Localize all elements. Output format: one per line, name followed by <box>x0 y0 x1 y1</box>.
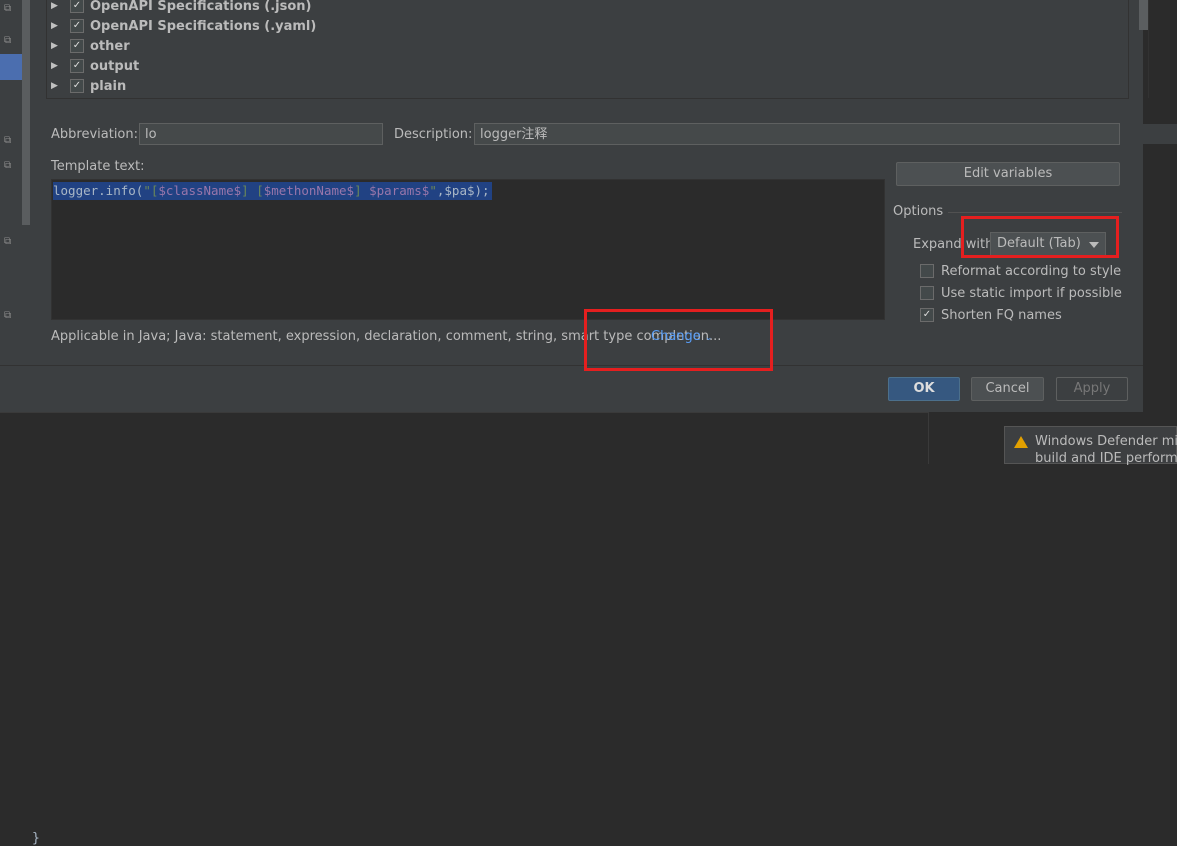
static-import-option[interactable]: Use static import if possible <box>920 284 1122 302</box>
shorten-fq-label: Shorten FQ names <box>941 307 1062 323</box>
code-editor[interactable]: } <box>0 412 928 846</box>
template-text-editor[interactable]: logger.info("[$className$] [$methonName$… <box>51 179 885 320</box>
tree-item-label: OpenAPI Specifications (.yaml) <box>90 18 317 34</box>
reformat-option[interactable]: Reformat according to style <box>920 262 1121 280</box>
group-checkbox[interactable]: ✓ <box>70 59 84 73</box>
copy-icon[interactable]: ⧉ <box>4 4 14 14</box>
template-text-label: Template text: <box>51 159 145 174</box>
description-label: Description: <box>394 127 473 142</box>
group-checkbox[interactable]: ✓ <box>70 79 84 93</box>
live-templates-dialog: ⧉ ⧉ ⧉ ⧉ ⧉ ⧉ ▶ ✓ OpenAPI Specifications (… <box>0 0 1149 412</box>
static-import-checkbox[interactable] <box>920 286 934 300</box>
options-title: Options <box>893 204 944 219</box>
gutter-scrollbar[interactable] <box>22 0 30 225</box>
options-separator <box>948 212 1122 213</box>
copy-icon[interactable]: ⧉ <box>4 161 14 171</box>
tree-item-label: output <box>90 58 140 74</box>
shorten-fq-checkbox[interactable]: ✓ <box>920 308 934 322</box>
copy-icon[interactable]: ⧉ <box>4 136 14 146</box>
template-group-tree[interactable]: ▶ ✓ OpenAPI Specifications (.json) ▶ ✓ O… <box>46 0 1149 99</box>
cancel-button[interactable]: Cancel <box>971 377 1044 401</box>
tree-item[interactable]: ▶ ✓ plain <box>51 76 126 96</box>
tree-item[interactable]: ▶ ✓ OpenAPI Specifications (.json) <box>51 0 311 16</box>
shorten-fq-option[interactable]: ✓ Shorten FQ names <box>920 306 1062 324</box>
reformat-label: Reformat according to style <box>941 263 1122 279</box>
copy-icon[interactable]: ⧉ <box>4 311 14 321</box>
expand-arrow-icon[interactable]: ▶ <box>51 1 61 11</box>
closing-brace: } <box>32 831 40 846</box>
tree-item-label: other <box>90 38 130 54</box>
ide-right-strip <box>1143 124 1177 144</box>
template-string: " <box>429 183 437 198</box>
windows-defender-notification[interactable]: Windows Defender migh build and IDE perf… <box>1004 426 1177 466</box>
expand-arrow-icon[interactable]: ▶ <box>51 81 61 91</box>
highlight-box-expand <box>961 216 1119 258</box>
description-input[interactable]: logger注释 <box>474 123 1120 145</box>
group-checkbox[interactable]: ✓ <box>70 19 84 33</box>
expand-arrow-icon[interactable]: ▶ <box>51 21 61 31</box>
tree-item[interactable]: ▶ ✓ OpenAPI Specifications (.yaml) <box>51 16 316 36</box>
left-gutter: ⧉ ⧉ ⧉ ⧉ ⧉ ⧉ <box>0 0 30 366</box>
tree-scrollbar-thumb[interactable] <box>1139 0 1148 30</box>
group-checkbox[interactable]: ✓ <box>70 39 84 53</box>
copy-icon[interactable]: ⧉ <box>4 237 14 247</box>
apply-button[interactable]: Apply <box>1056 377 1128 401</box>
warning-icon <box>1014 436 1028 448</box>
tree-scrollbar-track <box>1148 0 1149 98</box>
template-code: ,$pa$); <box>436 183 490 198</box>
abbreviation-label: Abbreviation: <box>51 127 139 142</box>
template-string: "[ <box>143 183 159 198</box>
tree-item[interactable]: ▶ ✓ other <box>51 36 130 56</box>
template-string: ] [ <box>241 183 264 198</box>
template-variable: $className$ <box>158 183 242 198</box>
footer-separator <box>0 365 1143 366</box>
static-import-label: Use static import if possible <box>941 285 1122 301</box>
group-checkbox[interactable]: ✓ <box>70 0 84 13</box>
tree-item-label: OpenAPI Specifications (.json) <box>90 0 312 14</box>
template-code: logger.info( <box>53 183 144 198</box>
copy-icon[interactable]: ⧉ <box>4 36 14 46</box>
template-string: ] <box>354 183 370 198</box>
reformat-checkbox[interactable] <box>920 264 934 278</box>
edit-variables-button[interactable]: Edit variables <box>896 162 1120 186</box>
highlight-box-change <box>584 309 773 371</box>
abbreviation-input[interactable]: lo <box>139 123 383 145</box>
tree-item[interactable]: ▶ ✓ output <box>51 56 139 76</box>
template-variable: $methonName$ <box>263 183 355 198</box>
expand-arrow-icon[interactable]: ▶ <box>51 61 61 71</box>
ok-button[interactable]: OK <box>888 377 960 401</box>
editor-divider <box>928 412 929 464</box>
template-text-content[interactable]: logger.info("[$className$] [$methonName$… <box>53 182 492 200</box>
template-variable: $params$ <box>369 183 430 198</box>
tree-item-label: plain <box>90 78 127 94</box>
notification-line-1: Windows Defender migh <box>1035 434 1177 449</box>
expand-arrow-icon[interactable]: ▶ <box>51 41 61 51</box>
